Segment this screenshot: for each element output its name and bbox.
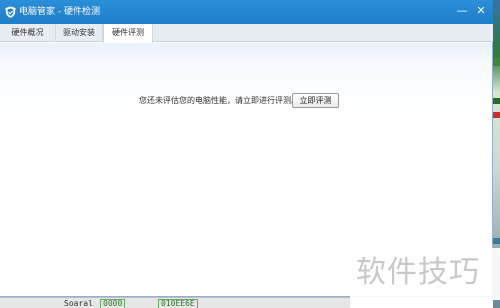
tab-hardware-evaluation[interactable]: 硬件评测: [103, 24, 153, 43]
evaluation-prompt: 您还未评估您的电脑性能，请立即进行评测。: [139, 96, 299, 105]
title-bar[interactable]: 电脑管家 - 硬件检测 — ✕: [0, 0, 493, 24]
desktop-color-chip: [493, 98, 500, 104]
watermark-text: 软件技巧: [356, 255, 480, 290]
window-title: 电脑管家 - 硬件检测: [19, 7, 100, 17]
background-table-strip: Soaral 0000 010EE6E: [0, 297, 350, 308]
shield-icon: [5, 6, 16, 18]
panel-header-band: [0, 43, 492, 61]
tab-driver-install[interactable]: 驱动安装: [56, 24, 103, 42]
desktop-color-chip: [493, 60, 500, 66]
minimize-button[interactable]: —: [455, 4, 469, 18]
close-button[interactable]: ✕: [474, 4, 488, 18]
tab-hardware-overview[interactable]: 硬件概况: [0, 24, 56, 42]
desktop-color-chip: [493, 238, 500, 244]
tab-bar: 硬件概况 驱动安装 硬件评测: [0, 24, 493, 43]
background-cell: 0000: [100, 299, 126, 308]
background-cell: Soaral: [64, 299, 93, 308]
desktop-color-chip: [493, 112, 500, 118]
background-cell: 010EE6E: [158, 299, 198, 308]
evaluate-now-button[interactable]: 立即评测: [292, 93, 339, 108]
